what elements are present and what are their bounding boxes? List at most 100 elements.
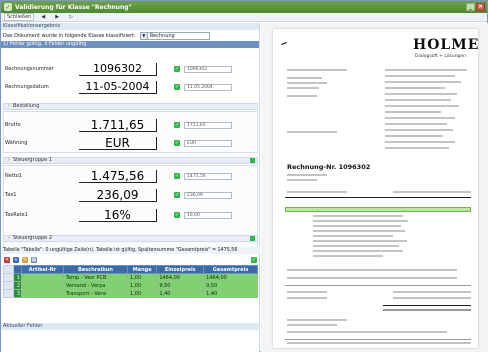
field-value-image: 1096302 bbox=[79, 63, 157, 76]
document-title: Rechnung-Nr. 1096302 bbox=[287, 163, 371, 171]
company-line bbox=[385, 93, 457, 95]
next-icon[interactable]: ▶ bbox=[52, 13, 62, 21]
table-header-row: Artikel-Nr Beschreibun Menge Einzelpreis… bbox=[3, 265, 258, 274]
row-index: 1 bbox=[13, 273, 22, 282]
group-label: Bestellung bbox=[13, 103, 40, 109]
company-line bbox=[385, 129, 453, 131]
footer-line bbox=[287, 342, 471, 344]
chevron-icon[interactable]: › bbox=[8, 235, 10, 241]
cell-gesamtpreis[interactable]: 1,40 bbox=[203, 289, 258, 298]
field-input[interactable]: 236,09 bbox=[184, 192, 232, 199]
row-selector[interactable] bbox=[3, 281, 14, 290]
table-row[interactable]: 3 Transport - Versi 1,00 1,40 1,40 bbox=[3, 289, 258, 298]
cell-einzelpreis[interactable]: 1464,00 bbox=[156, 273, 205, 282]
valid-check-icon: ✓ bbox=[174, 122, 180, 128]
forward-icon[interactable]: ▷ bbox=[66, 13, 76, 21]
close-window-icon[interactable]: × bbox=[476, 3, 485, 11]
company-line bbox=[385, 69, 467, 71]
edit-icon[interactable]: ✎ bbox=[22, 256, 28, 263]
subtotal-rule bbox=[285, 285, 471, 286]
validation-window: ✓ Validierung für Klasse "Rechnung" _ × … bbox=[0, 0, 488, 352]
valid-check-icon: ✓ bbox=[174, 173, 180, 179]
field-value-image: 16% bbox=[79, 209, 157, 222]
field-value-image: 1.711,65 bbox=[79, 119, 157, 132]
cell-menge[interactable]: 1,00 bbox=[127, 289, 158, 298]
cell-menge[interactable]: 1,00 bbox=[127, 281, 158, 290]
item-line bbox=[287, 269, 457, 271]
table-toolbar: ✕ + ✎ ▦ ✓ bbox=[1, 255, 260, 264]
chevron-down-icon[interactable]: ▼ bbox=[140, 32, 148, 39]
column-header-gesamtpreis[interactable]: Gesamtpreis bbox=[203, 265, 258, 274]
field-input[interactable]: 1096302 bbox=[184, 66, 232, 73]
group-header-steuergruppe-1[interactable]: › Steuergruppe 1 bbox=[3, 157, 258, 164]
field-label: Rechnungsdatum bbox=[5, 84, 49, 90]
chevron-icon[interactable]: › bbox=[8, 103, 10, 109]
delete-row-icon[interactable]: ✕ bbox=[4, 256, 10, 263]
column-header-beschreibung[interactable]: Beschreibun bbox=[62, 265, 129, 274]
current-error-label: Aktueller Fehler bbox=[1, 323, 260, 330]
address-line bbox=[287, 82, 327, 84]
chevron-icon[interactable]: › bbox=[8, 157, 10, 163]
row-selector[interactable] bbox=[3, 289, 14, 298]
item-line bbox=[287, 277, 457, 279]
item-detail-line bbox=[313, 250, 403, 252]
cell-beschreibung[interactable]: Temp - Vesr PCB bbox=[62, 273, 129, 282]
company-line bbox=[385, 135, 443, 137]
cell-menge[interactable]: 1,00 bbox=[127, 273, 158, 282]
valid-check-icon: ✓ bbox=[174, 66, 180, 72]
classification-row: Das Dokument wurde in folgende Klasse kl… bbox=[1, 30, 259, 41]
class-select[interactable]: ▼ Rechnung bbox=[139, 31, 210, 40]
grid-icon[interactable]: ▦ bbox=[31, 256, 37, 263]
row-selector[interactable] bbox=[3, 273, 14, 282]
cell-beschreibung[interactable]: Versand - Verpa bbox=[62, 281, 129, 290]
minimize-icon[interactable]: _ bbox=[466, 3, 475, 11]
group-header-steuergruppe-2[interactable]: › Steuergruppe 2 bbox=[3, 235, 258, 242]
field-input[interactable]: 1711,65 bbox=[184, 122, 232, 129]
table-info: Tabelle "Tabelle": 0 ungültige Zeile(n),… bbox=[1, 247, 260, 254]
row-index: 3 bbox=[13, 289, 22, 298]
group-valid-icon bbox=[250, 158, 255, 163]
cell-gesamtpreis[interactable]: 1464,00 bbox=[203, 273, 258, 282]
column-header-einzelpreis[interactable]: Einzelpreis bbox=[156, 265, 205, 274]
table-row[interactable]: 2 Versand - Verpa 1,00 9,50 9,50 bbox=[3, 281, 258, 290]
item-detail-line bbox=[313, 230, 405, 232]
table-rule bbox=[285, 197, 471, 198]
cell-artikel[interactable] bbox=[21, 281, 64, 290]
company-line bbox=[385, 99, 451, 101]
page-mark bbox=[281, 42, 287, 45]
company-line bbox=[385, 117, 455, 119]
field-input[interactable]: 11.05.2004 bbox=[184, 84, 232, 91]
cell-beschreibung[interactable]: Transport - Versi bbox=[62, 289, 129, 298]
cell-einzelpreis[interactable]: 1,40 bbox=[156, 289, 205, 298]
footer-rule bbox=[285, 339, 471, 340]
cell-artikel[interactable] bbox=[21, 273, 64, 282]
field-label: Rechnungsnummer bbox=[5, 66, 54, 72]
column-header-artikel[interactable]: Artikel-Nr bbox=[21, 265, 64, 274]
previous-icon[interactable]: ◀ bbox=[38, 13, 48, 21]
field-value-image: 236,09 bbox=[79, 189, 157, 202]
highlighted-line-item[interactable] bbox=[285, 207, 471, 212]
field-input[interactable]: 1475,56 bbox=[184, 173, 232, 180]
document-preview-panel[interactable]: HOLME Dialogsoft + Lösungen Rechnung-Nr.… bbox=[261, 23, 488, 352]
field-value-image: 11-05-2004 bbox=[79, 81, 157, 94]
cell-gesamtpreis[interactable]: 9,50 bbox=[203, 281, 258, 290]
valid-check-icon: ✓ bbox=[174, 192, 180, 198]
close-button[interactable]: Schließen bbox=[4, 13, 35, 21]
meta-line bbox=[287, 174, 327, 176]
cell-einzelpreis[interactable]: 9,50 bbox=[156, 281, 205, 290]
add-row-icon[interactable]: + bbox=[13, 256, 19, 263]
payment-line bbox=[287, 319, 347, 321]
field-input[interactable]: 16,00 bbox=[184, 212, 232, 219]
group-label: Steuergruppe 1 bbox=[13, 157, 53, 163]
column-header-menge[interactable]: Menge bbox=[127, 265, 158, 274]
item-detail-line bbox=[313, 220, 408, 222]
line-items-table: Artikel-Nr Beschreibun Menge Einzelpreis… bbox=[3, 265, 258, 298]
total-rule bbox=[383, 305, 471, 306]
group-header-bestellung[interactable]: › Bestellung bbox=[3, 103, 258, 110]
cell-artikel[interactable] bbox=[21, 289, 64, 298]
table-row[interactable]: 1 Temp - Vesr PCB 1,00 1464,00 1464,00 bbox=[3, 273, 258, 282]
item-detail-line bbox=[313, 245, 399, 247]
company-line bbox=[385, 111, 441, 113]
app-check-icon: ✓ bbox=[4, 3, 12, 11]
field-input[interactable]: EUR bbox=[184, 140, 232, 147]
